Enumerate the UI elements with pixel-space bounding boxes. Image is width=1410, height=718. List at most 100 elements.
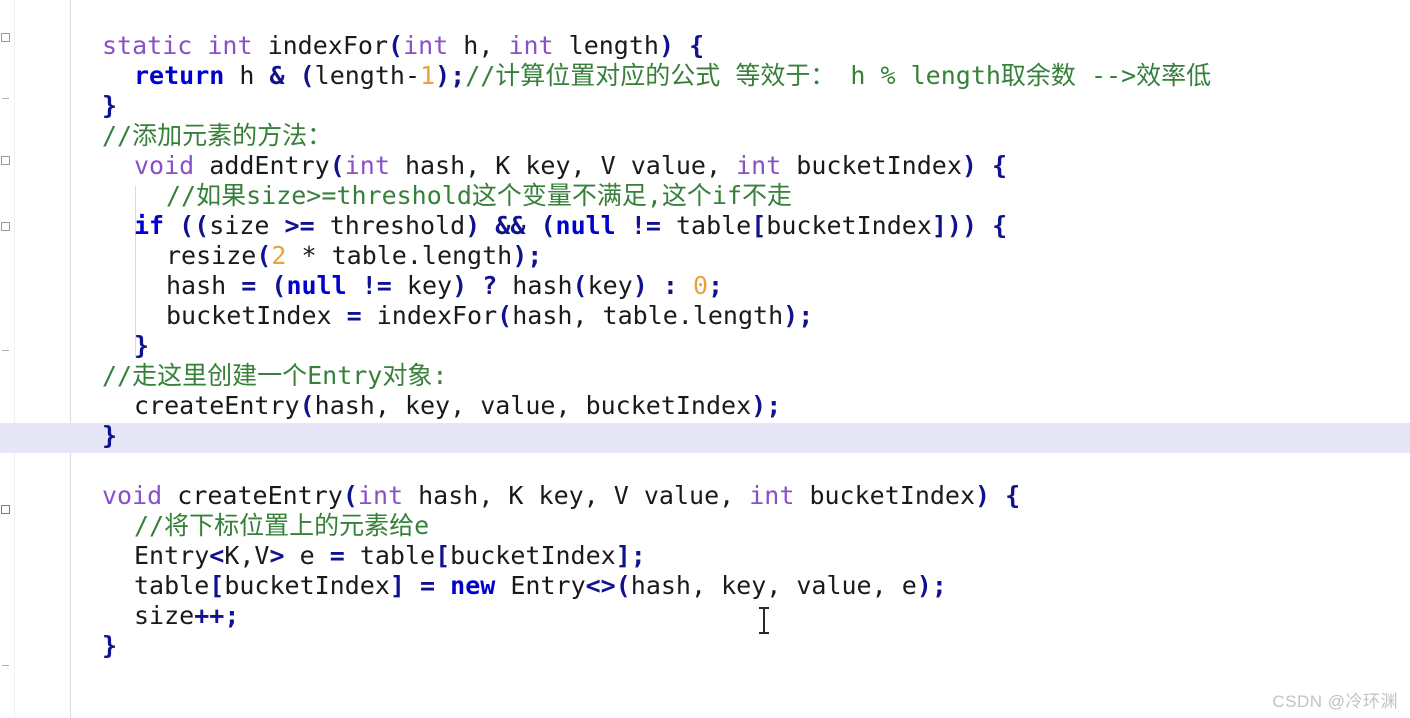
code-line[interactable]: if ((size >= threshold) && (null != tabl… bbox=[134, 211, 1007, 241]
code-line[interactable]: resize(2 * table.length); bbox=[166, 241, 542, 271]
code-token-kw: static bbox=[102, 31, 193, 60]
code-token-num: 2 bbox=[271, 241, 287, 270]
code-token-plain: hash, table.length bbox=[512, 301, 784, 330]
code-line[interactable]: //添加元素的方法： bbox=[102, 121, 332, 151]
code-token-num: 1 bbox=[420, 61, 436, 90]
code-token-punct: = bbox=[420, 571, 436, 600]
code-token-punct: < bbox=[209, 541, 225, 570]
code-token-kw: int bbox=[403, 31, 449, 60]
code-token-punct: ; bbox=[224, 601, 240, 630]
code-token-punct: = bbox=[329, 541, 345, 570]
csdn-watermark: CSDN @冷环渊 bbox=[1272, 692, 1398, 711]
code-token-punct: ) bbox=[916, 571, 932, 600]
code-token-punct: [ bbox=[751, 211, 767, 240]
code-line[interactable]: static int indexFor(int h, int length) { bbox=[102, 31, 704, 61]
code-token-punct: ) bbox=[465, 211, 481, 240]
code-token-cmt: //计算位置对应的公式 等效于： h % length取余数 -->效率低 bbox=[465, 61, 1212, 90]
code-line[interactable]: } bbox=[102, 91, 117, 121]
code-token-cmt: //添加元素的方法： bbox=[102, 121, 333, 150]
code-token-plain: size bbox=[134, 601, 195, 630]
fold-box-marker[interactable] bbox=[1, 505, 10, 514]
code-token-plain: indexFor bbox=[361, 301, 498, 330]
code-line[interactable]: bucketIndex = indexFor(hash, table.lengt… bbox=[166, 301, 813, 331]
code-editor[interactable]: static int indexFor(int h, int length) {… bbox=[0, 0, 1410, 718]
code-line[interactable]: hash = (null != key) ? hash(key) : 0; bbox=[166, 271, 723, 301]
code-token-punct: : bbox=[662, 271, 678, 300]
code-token-punct: > bbox=[269, 541, 285, 570]
fold-dash-marker[interactable] bbox=[2, 98, 9, 99]
code-token-punct: >= bbox=[284, 211, 315, 240]
code-token-plain: bucketIndex bbox=[450, 541, 616, 570]
code-line[interactable]: createEntry(hash, key, value, bucketInde… bbox=[134, 391, 781, 421]
code-token-kw: int bbox=[749, 481, 795, 510]
code-token-punct: } bbox=[102, 421, 118, 450]
code-token-kw-b: if bbox=[134, 211, 165, 240]
editor-gutter[interactable] bbox=[0, 0, 15, 718]
code-token-punct: ( bbox=[497, 301, 513, 330]
code-token-kw: int bbox=[736, 151, 782, 180]
code-line[interactable]: } bbox=[102, 421, 117, 451]
code-token-plain: bucketIndex bbox=[794, 481, 976, 510]
code-token-kw-b: new bbox=[450, 571, 496, 600]
code-token-punct: ) bbox=[632, 271, 648, 300]
code-token-plain: hash, key, value, e bbox=[630, 571, 917, 600]
code-line[interactable]: } bbox=[134, 331, 149, 361]
code-token-punct: ; bbox=[798, 301, 814, 330]
code-token-num: 0 bbox=[692, 271, 709, 300]
code-token-plain: h, bbox=[448, 31, 509, 60]
code-token-punct: (( bbox=[179, 211, 210, 240]
code-token-punct: [ bbox=[209, 571, 225, 600]
code-token-punct: ) bbox=[658, 31, 675, 60]
code-token-kw: void bbox=[102, 481, 163, 510]
code-line[interactable]: table[bucketIndex] = new Entry<>(hash, k… bbox=[134, 571, 947, 601]
code-token-punct: ; bbox=[527, 241, 543, 270]
code-token-punct: ) bbox=[751, 391, 767, 420]
code-line[interactable]: } bbox=[102, 631, 117, 661]
code-token-plain: h bbox=[224, 61, 270, 90]
code-token-plain: resize bbox=[166, 241, 257, 270]
code-token-plain: * table.length bbox=[286, 241, 513, 270]
fold-box-marker[interactable] bbox=[1, 33, 10, 42]
code-line[interactable]: void addEntry(int hash, K key, V value, … bbox=[134, 151, 1007, 181]
code-token-punct: ] bbox=[615, 541, 631, 570]
code-token-kw: void bbox=[134, 151, 195, 180]
code-token-punct: ; bbox=[931, 571, 947, 600]
fold-dash-marker[interactable] bbox=[2, 665, 9, 666]
code-line[interactable]: void createEntry(int hash, K key, V valu… bbox=[102, 481, 1020, 511]
code-token-kw: int bbox=[207, 31, 253, 60]
code-token-plain: Entry bbox=[495, 571, 586, 600]
code-token-punct: = bbox=[346, 301, 362, 330]
fold-box-marker[interactable] bbox=[1, 156, 10, 165]
code-token-cmt: //如果size>=threshold这个变量不满足,这个if不走 bbox=[166, 181, 793, 210]
code-token-plain: table bbox=[134, 571, 210, 600]
current-line-highlight bbox=[0, 423, 1410, 453]
code-token-punct: ( bbox=[256, 241, 272, 270]
code-line[interactable]: return h & (length-1);//计算位置对应的公式 等效于： h… bbox=[134, 61, 1211, 91]
code-token-plain: bucketIndex bbox=[224, 571, 390, 600]
code-line[interactable]: //将下标位置上的元素给e bbox=[134, 511, 429, 541]
code-token-punct: [ bbox=[435, 541, 451, 570]
code-token-plain: indexFor bbox=[252, 31, 388, 60]
code-token-punct: & bbox=[269, 61, 285, 90]
code-token-punct: ) bbox=[435, 61, 451, 90]
code-line[interactable]: Entry<K,V> e = table[bucketIndex]; bbox=[134, 541, 646, 571]
code-token-punct: = bbox=[241, 271, 257, 300]
code-token-punct: ( bbox=[271, 271, 287, 300]
code-token-plain: bucketIndex bbox=[766, 211, 932, 240]
code-token-punct: ++ bbox=[194, 601, 225, 630]
fold-dash-marker[interactable] bbox=[2, 350, 9, 351]
code-line[interactable]: size++; bbox=[134, 601, 239, 631]
code-line[interactable]: //如果size>=threshold这个变量不满足,这个if不走 bbox=[166, 181, 792, 211]
fold-box-marker[interactable] bbox=[1, 222, 10, 231]
code-line[interactable]: //走这里创建一个Entry对象: bbox=[102, 361, 447, 391]
code-token-punct: <>( bbox=[585, 571, 631, 600]
